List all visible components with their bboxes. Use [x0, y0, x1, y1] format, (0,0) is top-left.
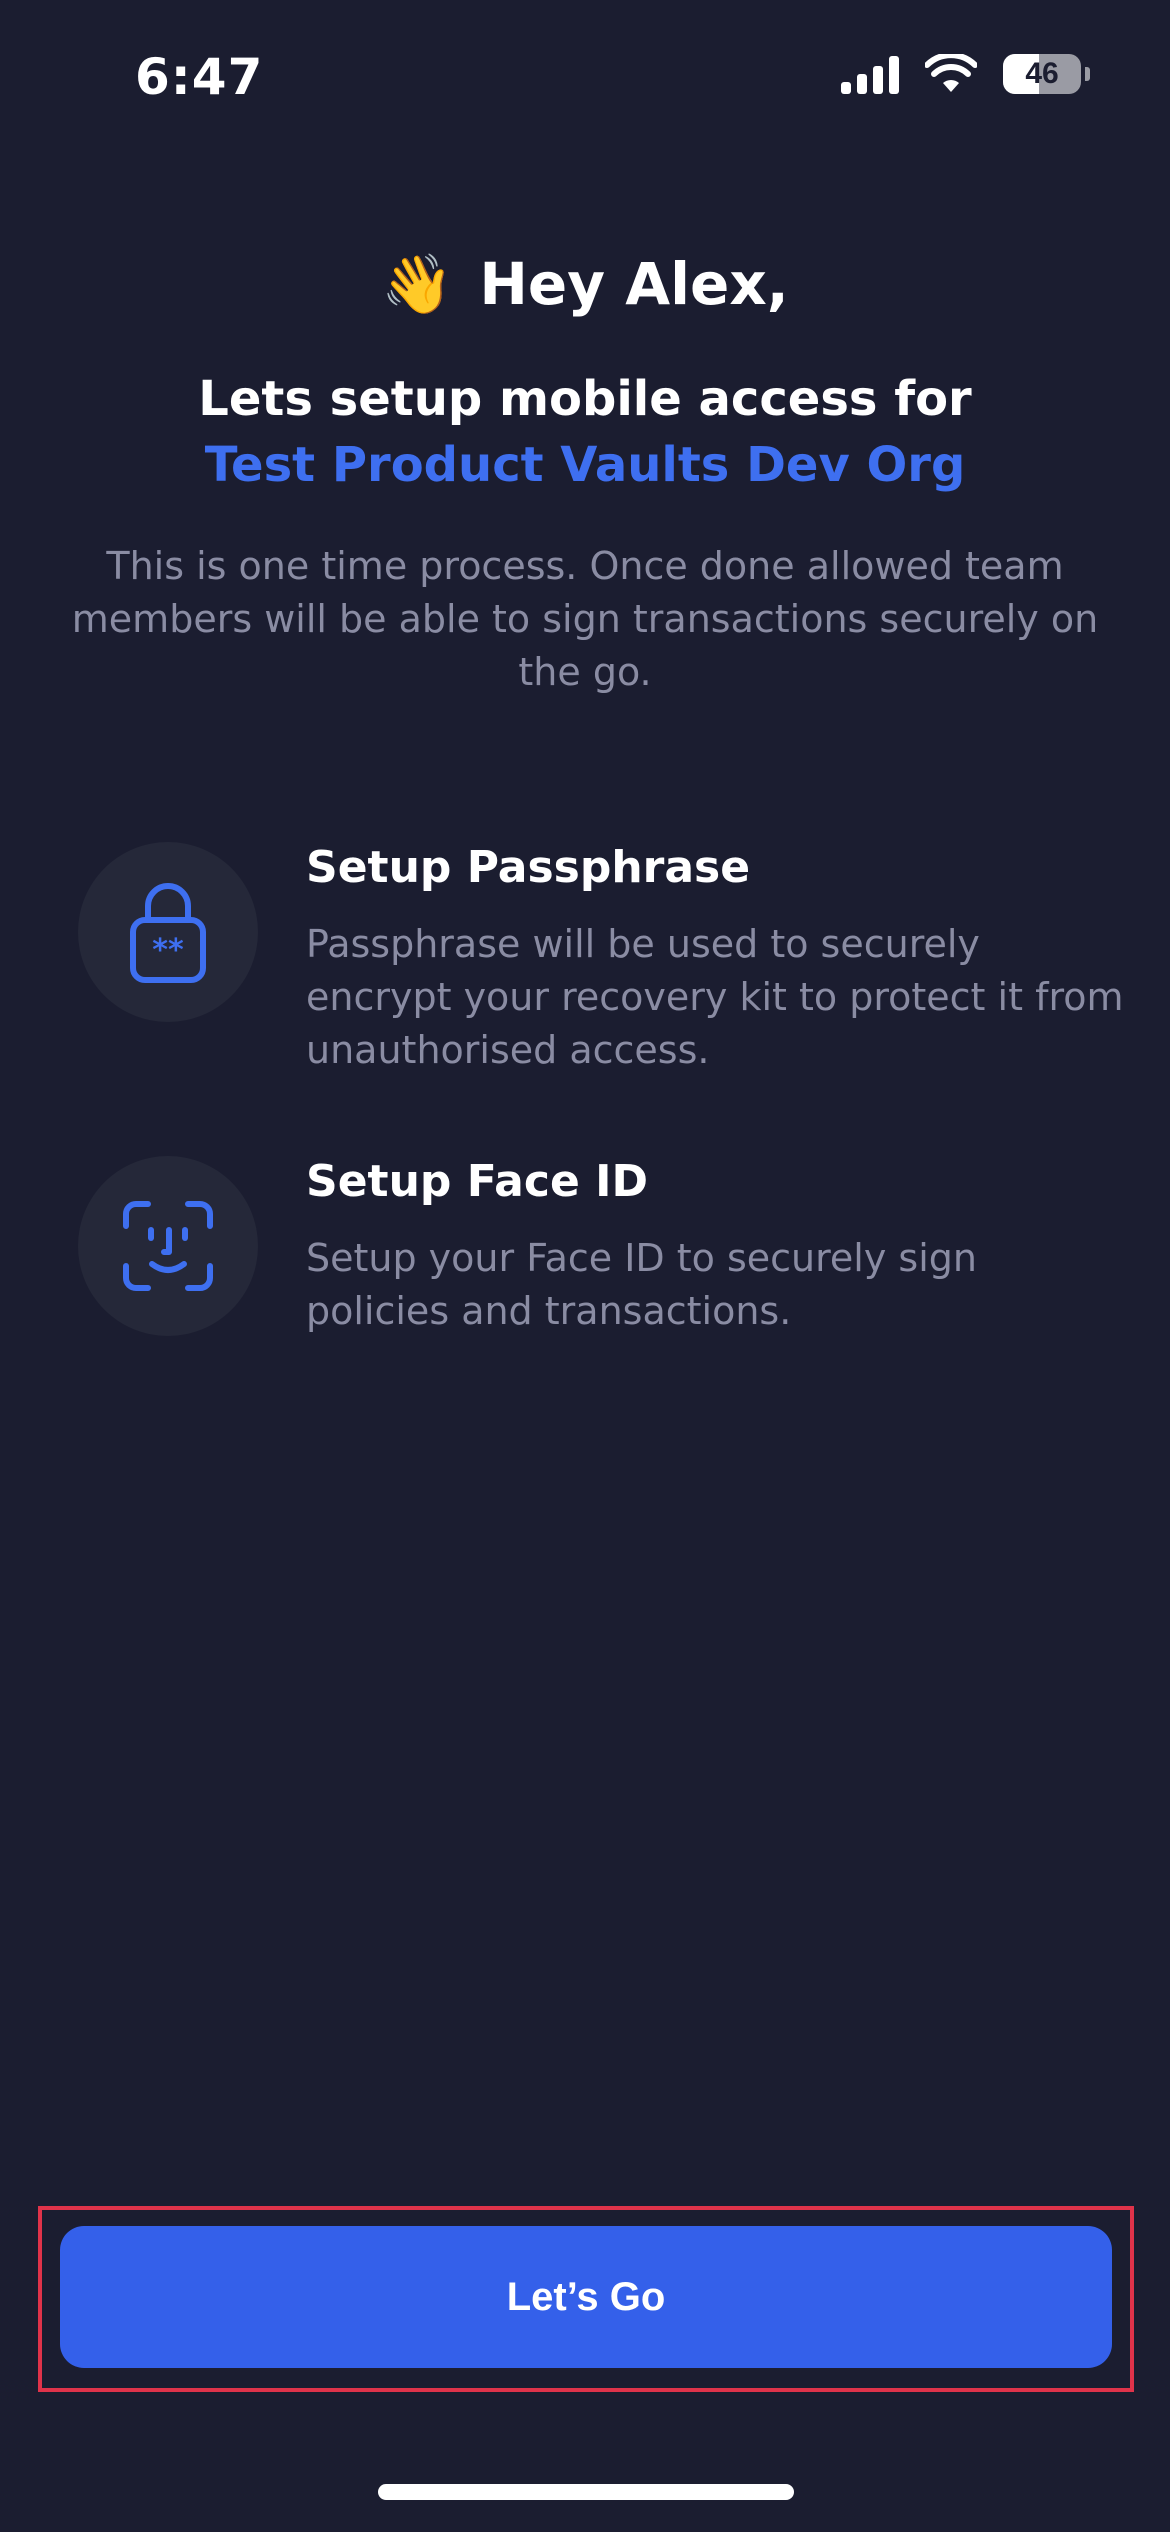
status-icons: 46 — [841, 54, 1090, 94]
lock-icon: ** — [130, 883, 206, 983]
battery-cap — [1085, 67, 1090, 81]
feature-description: Passphrase will be used to securely encr… — [306, 922, 1124, 1072]
organization-name: Test Product Vaults Dev Org — [204, 437, 966, 493]
feature-icon-container — [78, 1156, 258, 1336]
battery-level: 46 — [1025, 57, 1059, 90]
feature-description: Setup your Face ID to securely sign poli… — [306, 1236, 977, 1333]
onboarding-screen: 6:47 46 👋 Hey Alex, Lets setup mobile acc… — [0, 0, 1170, 2532]
svg-text:**: ** — [152, 933, 184, 968]
feature-title: Setup Passphrase — [306, 842, 751, 893]
page-title: Lets setup mobile access for — [198, 371, 972, 427]
wifi-icon — [925, 54, 977, 92]
status-time: 6:47 — [135, 48, 264, 106]
greeting: 👋 Hey Alex, — [0, 250, 1170, 319]
greeting-text: Hey Alex, — [479, 250, 789, 318]
feature-icon-container: ** — [78, 842, 258, 1022]
intro-description: This is one time process. Once done allo… — [71, 544, 1099, 694]
battery-icon: 46 — [1003, 54, 1081, 94]
lets-go-button[interactable]: Let’s Go — [60, 2226, 1112, 2368]
cellular-signal-icon — [841, 54, 899, 94]
feature-title: Setup Face ID — [306, 1156, 649, 1207]
waving-hand-icon: 👋 — [381, 250, 454, 318]
home-indicator[interactable] — [378, 2484, 794, 2500]
face-id-icon — [123, 1201, 213, 1291]
